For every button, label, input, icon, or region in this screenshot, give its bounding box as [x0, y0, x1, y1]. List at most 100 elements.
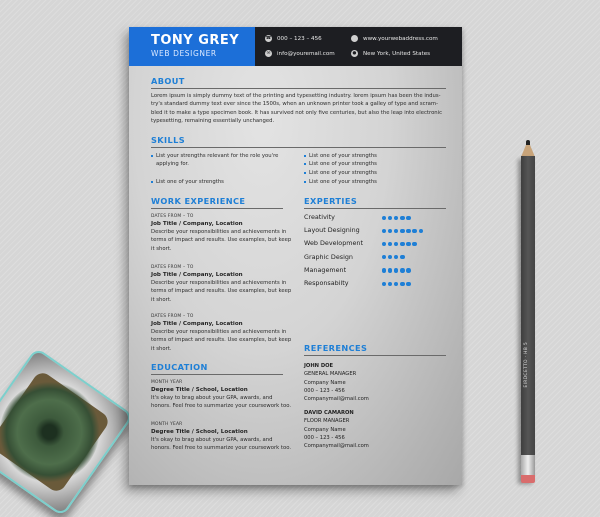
work-divider [151, 208, 283, 209]
rating-dot [382, 281, 387, 286]
about-line: Lorem ipsum is simply dummy text of the … [151, 93, 441, 99]
reference-name: JOHN DOE [304, 363, 334, 369]
education-date: MONTH YEAR [151, 422, 183, 427]
rating-dot [394, 241, 399, 247]
expertise-item: Creativity [304, 213, 335, 221]
expertise-item: Layout Designing [304, 226, 360, 235]
work-job-title: Job Title / Company, Location [151, 321, 243, 327]
expertise-rating [382, 268, 412, 273]
rating-dot [382, 215, 387, 220]
work-line: Describe your responsibilities and achie… [151, 329, 287, 335]
about-line: typesetting, remaining essentially uncha… [151, 118, 275, 125]
expertise-rating [382, 241, 419, 247]
contact-location: ● New York, United States [351, 50, 430, 57]
rating-dot [394, 228, 399, 233]
work-line: terms of impact and results. Use example… [151, 288, 292, 295]
work-job-title: Job Title / Company, Location [151, 272, 243, 278]
about-title: ABOUT [151, 76, 185, 86]
expertise-rating [382, 255, 406, 260]
pencil-lead [526, 140, 530, 145]
contact-phone: ☎ 000 – 123 – 456 [265, 35, 322, 42]
envelope-icon: ✉ [265, 50, 272, 57]
skill-item: List one of your strengths [304, 169, 377, 177]
pencil-label: EIRDCETTO · HB 5 [524, 342, 529, 388]
expertise-title: EXPERTIES [304, 196, 358, 206]
work-line: it short. [151, 296, 172, 303]
work-line: it short. [151, 345, 172, 352]
rating-dot [406, 241, 411, 247]
pencil-ferrule [521, 455, 535, 475]
work-line: terms of impact and results. Use example… [151, 337, 292, 344]
education-divider [151, 374, 283, 375]
reference-entry: DAVID CAMARON FLOOR MANAGER Company Name… [304, 409, 369, 450]
about-divider [151, 88, 446, 89]
succulent-pot [0, 347, 134, 517]
education-date: MONTH YEAR [151, 380, 183, 385]
about-text: Lorem ipsum is simply dummy text of the … [151, 92, 442, 126]
skill-item-continued: applying for. [156, 161, 189, 167]
resume-page: TONY GREY WEB DESIGNER ☎ 000 – 123 – 456… [129, 27, 462, 485]
pencil [521, 156, 535, 481]
rating-dot [400, 215, 405, 220]
rating-dot [400, 268, 405, 273]
education-title: EDUCATION [151, 362, 208, 372]
work-description: Describe your responsibilities and achie… [151, 279, 291, 304]
contact-email: ✉ info@youremail.com [265, 50, 335, 57]
reference-name: DAVID CAMARON [304, 410, 354, 416]
rating-dot [400, 255, 405, 260]
contact-text: 000 – 123 – 456 [277, 35, 322, 42]
about-line: bled it to make a type specimen book. It… [151, 109, 443, 116]
rating-dot [406, 281, 411, 286]
work-line: Describe your responsibilities and achie… [151, 229, 287, 235]
resume-name: TONY GREY [151, 33, 240, 48]
resume-role: WEB DESIGNER [151, 49, 217, 58]
rating-dot [388, 215, 393, 220]
rating-dot [406, 268, 411, 273]
expertise-rating [382, 215, 412, 220]
skill-item: List one of your strengths [304, 152, 377, 160]
phone-icon: ☎ [265, 35, 272, 42]
education-line: honors. Feel free to summarize your cour… [151, 403, 292, 410]
expertise-rating [382, 228, 425, 233]
education-line: It's okay to brag about your GPA, awards… [151, 395, 273, 401]
reference-company: Company Name [304, 379, 346, 386]
education-description: It's okay to brag about your GPA, awards… [151, 436, 291, 453]
rating-dot [388, 241, 393, 247]
contact-text: info@youremail.com [277, 50, 335, 57]
skills-divider [151, 147, 446, 148]
rating-dot [412, 241, 417, 247]
expertise-item: Graphic Design [304, 252, 353, 261]
rating-dot [382, 268, 387, 273]
contact-text: www.yourwebaddress.com [363, 35, 438, 42]
rating-dot [400, 228, 405, 233]
rating-dot [382, 241, 387, 247]
references-title: REFERENCES [304, 343, 368, 353]
reference-role: GENERAL MANAGER [304, 371, 357, 378]
rating-dot [394, 281, 399, 286]
contact-website: www.yourwebaddress.com [351, 35, 438, 42]
skill-item: List one of your strengths [304, 178, 377, 186]
reference-phone: 000 – 123 - 456 [304, 434, 345, 441]
rating-dot [406, 215, 411, 220]
about-line: try's standard dummy text ever since the… [151, 101, 438, 108]
skill-item: List your strengths relevant for the rol… [151, 152, 278, 160]
references-divider [304, 355, 446, 356]
expertise-item: Web Development [304, 239, 363, 248]
reference-role: FLOOR MANAGER [304, 418, 350, 425]
rating-dot [388, 228, 393, 233]
work-dates: DATES FROM – TO [151, 265, 194, 270]
rating-dot [394, 268, 399, 273]
location-pin-icon: ● [351, 50, 358, 57]
rating-dot [406, 228, 411, 233]
expertise-divider [304, 208, 446, 209]
work-description: Describe your responsibilities and achie… [151, 228, 291, 253]
expertise-item: Management [304, 265, 347, 274]
rating-dot [412, 228, 417, 233]
reference-company: Company Name [304, 426, 346, 433]
globe-icon [351, 35, 358, 42]
expertise-rating [382, 281, 412, 286]
rating-dot [394, 215, 399, 220]
work-line: Describe your responsibilities and achie… [151, 280, 287, 286]
pencil-eraser [521, 475, 535, 483]
rating-dot [388, 255, 393, 260]
